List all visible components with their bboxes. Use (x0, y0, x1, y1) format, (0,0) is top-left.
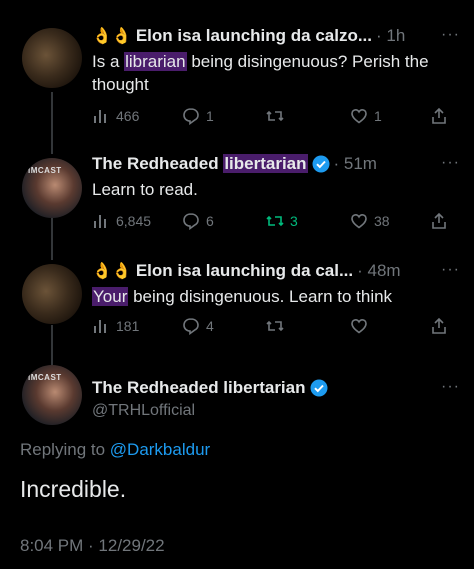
share-button[interactable] (430, 107, 448, 125)
like-count: 1 (374, 108, 382, 124)
like-count: 38 (374, 213, 390, 229)
tweet-time[interactable]: · 1h (376, 26, 405, 46)
more-icon[interactable]: ··· (441, 154, 460, 172)
like-button[interactable]: 38 (350, 212, 430, 230)
like-button[interactable]: 1 (350, 107, 430, 125)
views-button[interactable]: 6,845 (92, 212, 182, 230)
reply-count: 1 (206, 108, 214, 124)
views-icon (94, 320, 106, 333)
share-button[interactable] (430, 317, 448, 335)
tweet-text: Is a librarian being disingenuous? Peris… (92, 50, 456, 96)
tweet-time[interactable]: · 48m (357, 261, 400, 281)
highlighted-text: librarian (124, 52, 187, 71)
retweet-button[interactable] (266, 107, 350, 125)
views-icon (94, 110, 106, 123)
mention-link[interactable]: @Darkbaldur (110, 440, 210, 459)
like-icon (351, 108, 367, 124)
share-icon (432, 107, 446, 124)
avatar[interactable]: IMCAST (22, 158, 82, 218)
retweet-icon (266, 320, 284, 332)
emoji: 👌👌 (92, 28, 132, 45)
share-icon (432, 212, 446, 229)
tweet-actions: 6,845 6 3 38 (92, 211, 460, 231)
more-icon[interactable]: ··· (441, 261, 460, 279)
views-button[interactable]: 181 (92, 317, 182, 335)
highlighted-text: Your (92, 287, 129, 306)
tweet-actions: 466 1 1 (92, 106, 460, 126)
tweet-actions: 181 4 (92, 316, 460, 336)
avatar-label: IMCAST (28, 166, 62, 175)
display-name[interactable]: Elon isa launching da cal... (136, 261, 353, 281)
user-handle[interactable]: @TRHLofficial (92, 402, 195, 420)
tweet-time[interactable]: · 51m (334, 154, 377, 174)
display-name[interactable]: The Redheaded libertarian (92, 154, 308, 174)
tweet-text: Learn to read. (92, 180, 198, 199)
verified-icon (312, 155, 330, 173)
like-icon (351, 318, 367, 334)
emoji: 👌👌 (92, 263, 132, 280)
more-icon[interactable]: ··· (441, 26, 460, 44)
like-button[interactable] (350, 317, 430, 335)
views-button[interactable]: 466 (92, 107, 182, 125)
reply-count: 4 (206, 318, 214, 334)
share-button[interactable] (430, 212, 448, 230)
verified-icon (310, 379, 327, 397)
reply-icon (183, 108, 199, 125)
display-name[interactable]: Elon isa launching da calzo... (136, 26, 372, 46)
more-icon[interactable]: ··· (441, 378, 460, 396)
retweet-count: 3 (290, 213, 298, 229)
text-part: Is a (92, 52, 125, 71)
replying-to: Replying to @Darkbaldur (20, 440, 210, 460)
avatar[interactable] (22, 28, 82, 88)
avatar[interactable] (22, 264, 82, 324)
reply-icon (183, 213, 199, 230)
retweet-icon (266, 110, 284, 122)
tweet-header: The Redheaded libertarian · 51m (92, 153, 462, 175)
views-count: 6,845 (116, 213, 152, 229)
like-icon (351, 213, 367, 229)
views-icon (94, 215, 106, 228)
text-part: being disingenuous. Learn to think (128, 287, 393, 306)
reply-button[interactable]: 4 (182, 317, 266, 335)
share-icon (432, 317, 446, 334)
tweet[interactable]: 👌👌 Elon isa launching da calzo... · 1h ·… (0, 0, 474, 140)
display-name[interactable]: The Redheaded libertarian (92, 378, 306, 398)
highlighted-name: libertarian (223, 154, 308, 173)
reply-button[interactable]: 1 (182, 107, 266, 125)
retweet-button[interactable] (266, 317, 350, 335)
tweet-text: Your being disingenuous. Learn to think (92, 285, 456, 308)
reply-count: 6 (206, 213, 214, 229)
retweet-button[interactable]: 3 (266, 212, 350, 230)
avatar-label: IMCAST (28, 373, 62, 382)
tweet-header: The Redheaded libertarian (92, 377, 462, 399)
tweet-header: 👌👌 Elon isa launching da calzo... · 1h (92, 25, 462, 47)
retweet-icon (266, 215, 284, 227)
main-tweet: IMCAST The Redheaded libertarian ··· @TR… (0, 365, 474, 569)
views-count: 466 (116, 108, 140, 124)
avatar[interactable]: IMCAST (22, 365, 82, 425)
reply-button[interactable]: 6 (182, 212, 266, 230)
views-count: 181 (116, 318, 140, 334)
replying-prefix: Replying to (20, 440, 110, 459)
name-part: The Redheaded (92, 154, 224, 173)
reply-icon (183, 318, 199, 335)
tweet[interactable]: 👌👌 Elon isa launching da cal... · 48m ··… (0, 252, 474, 360)
tweet-text: Incredible. (20, 476, 127, 502)
tweet[interactable]: IMCAST The Redheaded libertarian · 51m ·… (0, 140, 474, 252)
timestamp[interactable]: 8:04 PM · 12/29/22 (20, 536, 165, 556)
tweet-header: 👌👌 Elon isa launching da cal... · 48m (92, 260, 462, 282)
